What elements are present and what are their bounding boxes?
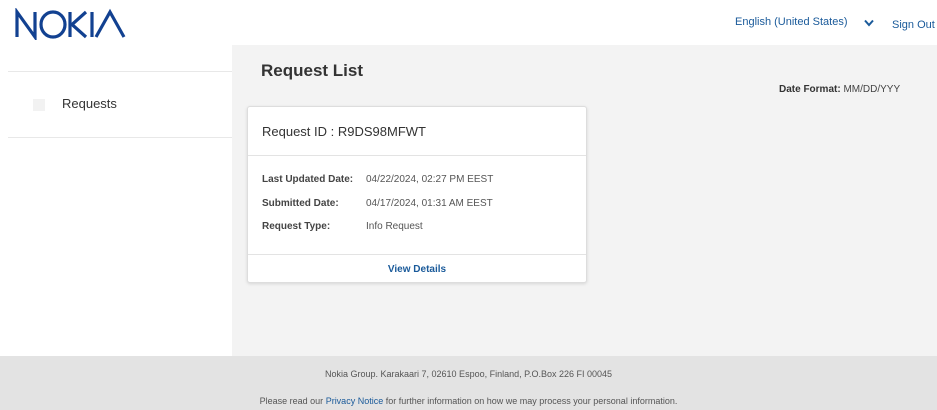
field-label: Request Type: bbox=[262, 221, 331, 232]
nokia-logo[interactable] bbox=[14, 8, 134, 40]
top-header: English (United States) Sign Out bbox=[0, 0, 937, 45]
field-label: Last Updated Date: bbox=[262, 174, 354, 185]
request-id-title: Request ID : R9DS98MFWT bbox=[262, 124, 426, 139]
privacy-suffix: for further information on how we may pr… bbox=[383, 396, 678, 406]
requests-icon bbox=[33, 99, 45, 111]
footer-address: Nokia Group. Karakaari 7, 02610 Espoo, F… bbox=[324, 369, 612, 379]
chevron-down-icon[interactable] bbox=[864, 19, 874, 27]
field-value: 04/17/2024, 01:31 AM EEST bbox=[366, 198, 493, 209]
sidebar-item-label: Requests bbox=[62, 96, 117, 111]
sidebar-item-requests[interactable]: Requests bbox=[8, 72, 232, 137]
sign-out-link[interactable]: Sign Out bbox=[892, 19, 935, 31]
date-format-value: MM/DD/YYY bbox=[843, 84, 901, 95]
field-value: Info Request bbox=[366, 221, 423, 232]
main-content: Request List Date Format: MM/DD/YYY Requ… bbox=[232, 45, 937, 356]
page-title: Request List bbox=[261, 61, 364, 80]
divider bbox=[8, 137, 232, 138]
field-value: 04/22/2024, 02:27 PM EEST bbox=[366, 174, 494, 185]
view-details-link[interactable]: View Details bbox=[248, 264, 586, 275]
field-label: Submitted Date: bbox=[262, 198, 339, 209]
privacy-notice-link[interactable]: Privacy Notice bbox=[326, 396, 384, 406]
footer: Nokia Group. Karakaari 7, 02610 Espoo, F… bbox=[0, 356, 937, 410]
sidebar: Requests bbox=[0, 45, 232, 356]
language-selector[interactable]: English (United States) bbox=[735, 16, 848, 28]
request-card: Request ID : R9DS98MFWT Last Updated Dat… bbox=[247, 106, 587, 283]
divider bbox=[248, 254, 586, 255]
date-format-label: Date Format: bbox=[779, 84, 841, 95]
privacy-prefix: Please read our bbox=[259, 396, 326, 406]
date-format: Date Format: MM/DD/YYY bbox=[779, 84, 900, 95]
divider bbox=[248, 155, 586, 156]
privacy-statement: Please read our Privacy Notice for furth… bbox=[0, 396, 937, 406]
